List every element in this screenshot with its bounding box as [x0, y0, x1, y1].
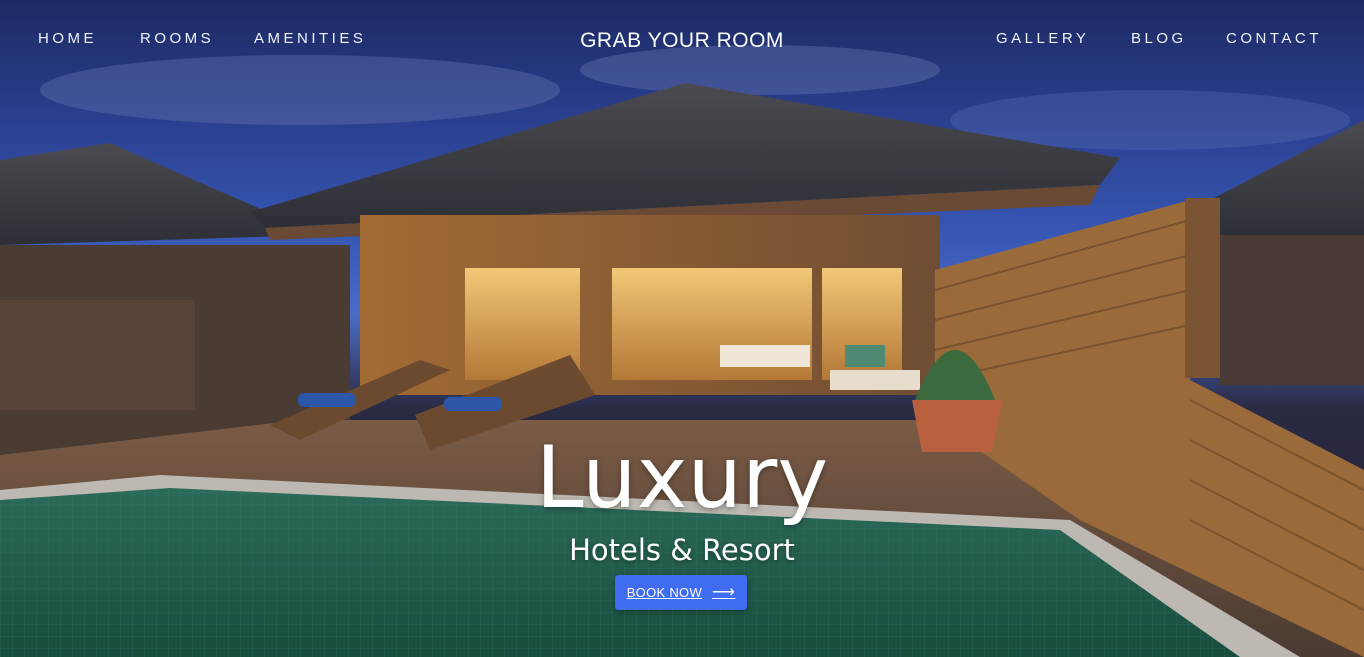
book-now-label: BOOK NOW — [626, 585, 703, 600]
nav-contact-link[interactable]: CONTACT — [1226, 30, 1322, 47]
book-now-button[interactable]: BOOK NOW ⟶ — [615, 575, 747, 610]
arrow-right-icon: ⟶ — [712, 583, 736, 601]
hero-subtitle: Hotels & Resort — [569, 533, 795, 567]
nav-blog-link[interactable]: BLOG — [1131, 30, 1187, 47]
nav-gallery-link[interactable]: GALLERY — [996, 30, 1089, 47]
hero-section: HOME ROOMS AMENITIES GRAB YOUR ROOM GALL… — [0, 0, 1364, 657]
top-navigation: HOME ROOMS AMENITIES GRAB YOUR ROOM GALL… — [0, 0, 1364, 80]
hero-title: Luxury — [535, 428, 829, 528]
